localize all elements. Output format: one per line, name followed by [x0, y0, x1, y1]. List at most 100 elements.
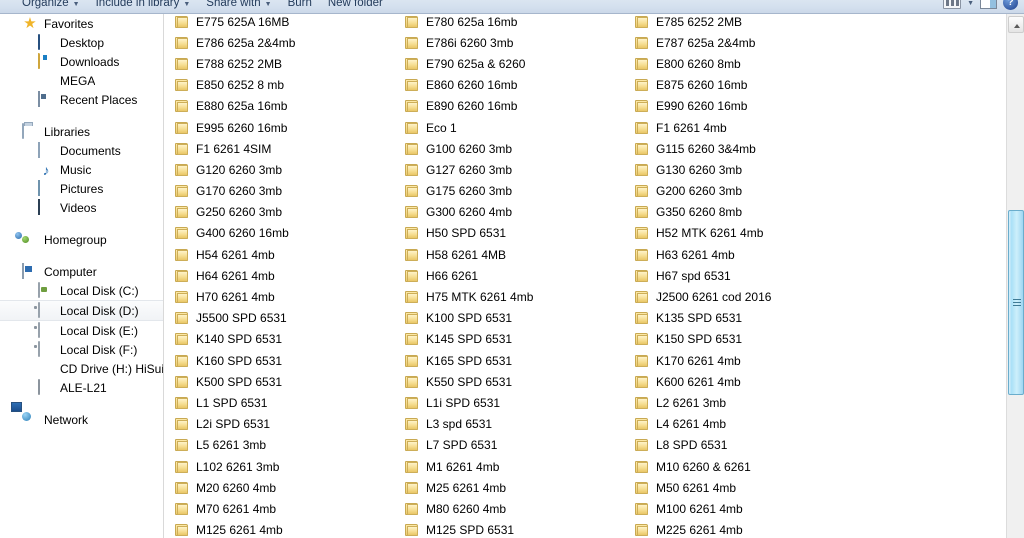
- file-list-item[interactable]: M70 6261 4mb: [174, 498, 404, 519]
- sidebar-item-downloads[interactable]: Downloads: [0, 52, 164, 71]
- file-list-item[interactable]: H50 SPD 6531: [404, 223, 634, 244]
- sidebar-item-homegroup[interactable]: Homegroup: [0, 230, 164, 249]
- sidebar-item-network[interactable]: Network: [0, 410, 164, 429]
- file-list-item[interactable]: G100 6260 3mb: [404, 138, 634, 159]
- file-list-item[interactable]: L2i SPD 6531: [174, 414, 404, 435]
- file-list-item[interactable]: K170 6261 4mb: [634, 350, 864, 371]
- sidebar-item-videos[interactable]: Videos: [0, 198, 164, 217]
- sidebar-item-local-disk-c[interactable]: Local Disk (C:): [0, 281, 164, 300]
- file-list-item[interactable]: G120 6260 3mb: [174, 159, 404, 180]
- file-list-item[interactable]: K160 SPD 6531: [174, 350, 404, 371]
- file-list-item[interactable]: G127 6260 3mb: [404, 159, 634, 180]
- file-list-item[interactable]: E890 6260 16mb: [404, 96, 634, 117]
- file-list-item[interactable]: M1 6261 4mb: [404, 456, 634, 477]
- file-list-item[interactable]: H67 spd 6531: [634, 265, 864, 286]
- file-list-item[interactable]: G115 6260 3&4mb: [634, 138, 864, 159]
- file-list-item[interactable]: E880 625a 16mb: [174, 96, 404, 117]
- file-list-item[interactable]: M100 6261 4mb: [634, 498, 864, 519]
- file-list-item[interactable]: F1 6261 4SIM: [174, 138, 404, 159]
- vertical-scrollbar[interactable]: [1006, 14, 1024, 538]
- sidebar-item-computer[interactable]: Computer: [0, 262, 164, 281]
- file-list-item[interactable]: E786 625a 2&4mb: [174, 32, 404, 53]
- file-list-item[interactable]: E875 6260 16mb: [634, 75, 864, 96]
- scroll-up-arrow[interactable]: [1008, 16, 1024, 33]
- file-list-item[interactable]: G200 6260 3mb: [634, 181, 864, 202]
- file-list-item[interactable]: L102 6261 3mb: [174, 456, 404, 477]
- chevron-down-icon[interactable]: ▼: [73, 1, 80, 8]
- vertical-scroll-thumb[interactable]: [1008, 210, 1024, 395]
- file-list-item[interactable]: H63 6261 4mb: [634, 244, 864, 265]
- sidebar-item-desktop[interactable]: Desktop: [0, 33, 164, 52]
- file-list-item[interactable]: K550 SPD 6531: [404, 371, 634, 392]
- toolbar-button-new-folder[interactable]: New folder: [320, 0, 391, 11]
- file-list-item[interactable]: M25 6261 4mb: [404, 477, 634, 498]
- file-list-item[interactable]: K165 SPD 6531: [404, 350, 634, 371]
- file-list-item[interactable]: H70 6261 4mb: [174, 286, 404, 307]
- file-list-item[interactable]: J2500 6261 cod 2016: [634, 286, 864, 307]
- file-list-item[interactable]: H54 6261 4mb: [174, 244, 404, 265]
- file-list-item[interactable]: M225 6261 4mb: [634, 520, 864, 538]
- sidebar-item-local-disk-e[interactable]: Local Disk (E:): [0, 321, 164, 340]
- file-list-item[interactable]: E800 6260 8mb: [634, 53, 864, 74]
- sidebar-item-local-disk-f[interactable]: Local Disk (F:): [0, 340, 164, 359]
- sidebar-item-cd-drive-h-hisuite[interactable]: CD Drive (H:) HiSuite: [0, 359, 164, 378]
- file-list-item[interactable]: K140 SPD 6531: [174, 329, 404, 350]
- navigation-pane[interactable]: ★ Favorites Desktop Downloads MEGA Recent Pla…: [0, 14, 164, 538]
- file-list-item[interactable]: E995 6260 16mb: [174, 117, 404, 138]
- file-list-item[interactable]: G350 6260 8mb: [634, 202, 864, 223]
- file-list-item[interactable]: G170 6260 3mb: [174, 181, 404, 202]
- file-list-item[interactable]: H75 MTK 6261 4mb: [404, 286, 634, 307]
- file-list-item[interactable]: E850 6252 8 mb: [174, 75, 404, 96]
- file-list-item[interactable]: E785 6252 2MB: [634, 14, 864, 32]
- sidebar-item-pictures[interactable]: Pictures: [0, 179, 164, 198]
- change-view-chevron-down-icon[interactable]: ▼: [967, 0, 974, 7]
- file-list-item[interactable]: L5 6261 3mb: [174, 435, 404, 456]
- file-list-item[interactable]: G250 6260 3mb: [174, 202, 404, 223]
- toolbar-button-burn[interactable]: Burn: [280, 0, 320, 11]
- file-list-item[interactable]: M10 6260 & 6261: [634, 456, 864, 477]
- file-list-item[interactable]: L3 spd 6531: [404, 414, 634, 435]
- file-list-item[interactable]: L7 SPD 6531: [404, 435, 634, 456]
- file-list-item[interactable]: G175 6260 3mb: [404, 181, 634, 202]
- file-list-item[interactable]: L4 6261 4mb: [634, 414, 864, 435]
- file-list-item[interactable]: E786i 6260 3mb: [404, 32, 634, 53]
- toolbar-button-organize[interactable]: Organize ▼: [14, 0, 88, 11]
- file-list-item[interactable]: M80 6260 4mb: [404, 498, 634, 519]
- file-list-item[interactable]: L1 SPD 6531: [174, 392, 404, 413]
- toolbar-button-share-with[interactable]: Share with ▼: [198, 0, 279, 11]
- toolbar-button-include-in-library[interactable]: Include in library ▼: [88, 0, 199, 11]
- file-list-item[interactable]: G400 6260 16mb: [174, 223, 404, 244]
- file-list-item[interactable]: E775 625A 16MB: [174, 14, 404, 32]
- file-list-item[interactable]: G130 6260 3mb: [634, 159, 864, 180]
- file-list-item[interactable]: L1i SPD 6531: [404, 392, 634, 413]
- file-list-item[interactable]: M50 6261 4mb: [634, 477, 864, 498]
- file-list-item[interactable]: E790 625a & 6260: [404, 53, 634, 74]
- sidebar-item-recent-places[interactable]: Recent Places: [0, 90, 164, 109]
- sidebar-item-music[interactable]: ♪ Music: [0, 160, 164, 179]
- file-list-item[interactable]: E787 625a 2&4mb: [634, 32, 864, 53]
- file-list-item[interactable]: E780 625a 16mb: [404, 14, 634, 32]
- change-view-icon[interactable]: [943, 0, 962, 9]
- sidebar-item-local-disk-d[interactable]: Local Disk (D:): [0, 300, 164, 321]
- file-list-item[interactable]: H64 6261 4mb: [174, 265, 404, 286]
- chevron-down-icon[interactable]: ▼: [183, 1, 190, 8]
- file-list-item[interactable]: H52 MTK 6261 4mb: [634, 223, 864, 244]
- file-list-item[interactable]: K135 SPD 6531: [634, 308, 864, 329]
- file-list-item[interactable]: J5500 SPD 6531: [174, 308, 404, 329]
- file-list-item[interactable]: H58 6261 4MB: [404, 244, 634, 265]
- file-list-item[interactable]: Eco 1: [404, 117, 634, 138]
- chevron-down-icon[interactable]: ▼: [265, 1, 272, 8]
- file-list-item[interactable]: M125 6261 4mb: [174, 520, 404, 538]
- file-list-view[interactable]: E775 625A 16MB E786 625a 2&4mb E788 6252 2…: [165, 14, 1006, 538]
- help-icon[interactable]: [1003, 0, 1018, 10]
- file-list-item[interactable]: L8 SPD 6531: [634, 435, 864, 456]
- file-list-item[interactable]: H66 6261: [404, 265, 634, 286]
- file-list-item[interactable]: E788 6252 2MB: [174, 53, 404, 74]
- file-list-item[interactable]: K100 SPD 6531: [404, 308, 634, 329]
- sidebar-item-mega[interactable]: MEGA: [0, 71, 164, 90]
- file-list-item[interactable]: E860 6260 16mb: [404, 75, 634, 96]
- file-list-item[interactable]: K150 SPD 6531: [634, 329, 864, 350]
- file-list-item[interactable]: M20 6260 4mb: [174, 477, 404, 498]
- file-list-item[interactable]: L2 6261 3mb: [634, 392, 864, 413]
- file-list-item[interactable]: G300 6260 4mb: [404, 202, 634, 223]
